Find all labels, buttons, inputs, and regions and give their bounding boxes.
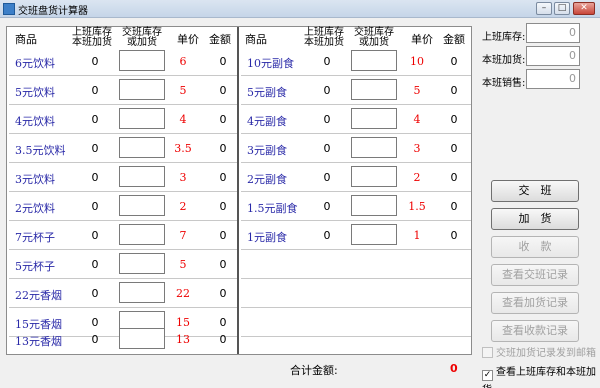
view-collect-records-button[interactable]: 查看收款记录 [491,320,579,342]
table-row-empty [241,308,471,337]
table-row: 4元饮料 0 4 0 [9,105,237,134]
header-input-right: 交班库存 或加货 [354,27,394,48]
quantity-input[interactable] [119,108,165,129]
table-row: 5元杯子 0 5 0 [9,250,237,279]
quantity-input[interactable] [351,224,397,245]
total-label: 合计金额: [290,364,338,377]
show-stock-option[interactable]: ✓查看上班库存和本班加货 [482,363,600,388]
header-price: 单价 [177,33,199,46]
total-value: 0 [450,362,458,375]
table-row: 1.5元副食 0 1.5 0 [241,192,471,221]
table-row: 6元饮料 0 6 0 [9,47,237,76]
table-row: 5元副食 0 5 0 [241,76,471,105]
quantity-input[interactable] [119,328,165,349]
quantity-input[interactable] [119,253,165,274]
email-checkbox[interactable] [482,347,493,358]
header-amount: 金额 [209,33,231,46]
table-row: 3.5元饮料 0 3.5 0 [9,134,237,163]
minimize-button[interactable]: – [536,2,552,15]
restock-button[interactable]: 加 货 [491,208,579,230]
quantity-input[interactable] [351,195,397,216]
quantity-input[interactable] [119,282,165,303]
quantity-input[interactable] [119,166,165,187]
restock-label: 本班加货: [482,55,526,66]
quantity-input[interactable] [119,195,165,216]
table-row: 1元副食 0 1 0 [241,221,471,250]
header-price-right: 单价 [411,33,433,46]
last-stock-field[interactable]: 0 [526,23,580,43]
quantity-input[interactable] [119,79,165,100]
header-stock: 上班库存 本班加货 [72,27,112,48]
header-input: 交班库存 或加货 [122,27,162,48]
table-row: 22元香烟 0 22 0 [9,279,237,308]
show-stock-checkbox[interactable]: ✓ [482,370,493,381]
table-row: 3元饮料 0 3 0 [9,163,237,192]
header-amount-right: 金额 [443,33,465,46]
title-bar: 交班盘货计算器 – □ ✕ [0,0,600,18]
table-row-empty [241,279,471,308]
table-row-empty [241,250,471,279]
table-row: 4元副食 0 4 0 [241,105,471,134]
collect-button[interactable]: 收 款 [491,236,579,258]
table-row: 10元副食 0 10 0 [241,47,471,76]
quantity-input[interactable] [119,224,165,245]
header-name: 商品 [15,33,37,46]
maximize-button[interactable]: □ [554,2,570,15]
column-divider [237,27,239,354]
table-row: 5元饮料 0 5 0 [9,76,237,105]
quantity-input[interactable] [351,79,397,100]
quantity-input[interactable] [119,137,165,158]
window-title: 交班盘货计算器 [18,6,88,17]
sales-label: 本班销售: [482,78,526,89]
close-button[interactable]: ✕ [573,2,595,15]
quantity-input[interactable] [351,137,397,158]
shift-button[interactable]: 交 班 [491,180,579,202]
email-records-option[interactable]: 交班加货记录发到邮箱 [482,344,596,359]
app-icon [3,3,15,15]
table-row: 13元香烟 0 13 0 [9,325,237,354]
goods-table: 商品 上班库存 本班加货 交班库存 或加货 单价 金额 商品 上班库存 本班加货 交班… [6,26,472,355]
table-row: 2元副食 0 2 0 [241,163,471,192]
quantity-input[interactable] [351,50,397,71]
table-row: 3元副食 0 3 0 [241,134,471,163]
sales-field[interactable]: 0 [526,69,580,89]
quantity-input[interactable] [119,50,165,71]
last-stock-label: 上班库存: [482,32,526,43]
header-name-right: 商品 [245,33,267,46]
table-row: 2元饮料 0 2 0 [9,192,237,221]
table-row: 7元杯子 0 7 0 [9,221,237,250]
restock-field[interactable]: 0 [526,46,580,66]
header-stock-right: 上班库存 本班加货 [304,27,344,48]
view-restock-records-button[interactable]: 查看加货记录 [491,292,579,314]
view-shift-records-button[interactable]: 查看交班记录 [491,264,579,286]
quantity-input[interactable] [351,108,397,129]
quantity-input[interactable] [351,166,397,187]
